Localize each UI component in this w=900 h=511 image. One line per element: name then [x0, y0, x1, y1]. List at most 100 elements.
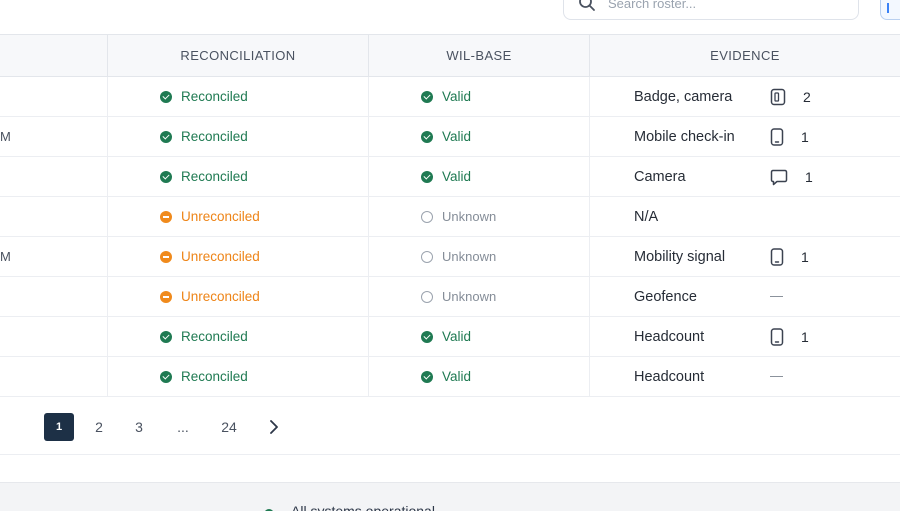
evidence-count-value: 2: [803, 88, 811, 105]
message-icon: [770, 168, 797, 186]
evidence-label: Geofence: [634, 288, 697, 305]
reconciliation-status: Unreconciled: [181, 209, 260, 224]
phone-icon: [770, 127, 793, 146]
id-card-icon: [770, 88, 795, 106]
check-circle-icon: [160, 330, 172, 343]
reconciliation-status: Unreconciled: [181, 249, 260, 264]
cell-partial: [0, 77, 108, 116]
top-toolbar: [0, 0, 900, 34]
evidence-label: N/A: [634, 208, 659, 225]
cell-reconciliation: Unreconciled: [108, 277, 369, 316]
table-row[interactable]: M Reconciled Valid Mobile check-in 1: [0, 117, 900, 157]
pagination: 1 2 3... 24: [0, 395, 900, 455]
cell-evidence: Camera 1: [590, 157, 900, 196]
cell-reconciliation: Reconciled: [108, 357, 369, 396]
cell-evidence: Geofence: [590, 277, 900, 316]
evidence-count[interactable]: 1: [770, 117, 809, 156]
evidence-count[interactable]: 1: [770, 317, 809, 356]
cell-wil-base: Valid: [369, 317, 590, 356]
wil-base-status: Valid: [442, 89, 472, 104]
evidence-count[interactable]: 2: [770, 77, 811, 116]
table-row[interactable]: Reconciled Valid Camera 1: [0, 157, 900, 197]
evidence-count[interactable]: 1: [770, 157, 813, 196]
cell-evidence: Mobile check-in 1: [590, 117, 900, 156]
cell-reconciliation: Reconciled: [108, 317, 369, 356]
search-box[interactable]: [563, 0, 859, 20]
cell-partial: M: [0, 237, 108, 276]
evidence-count[interactable]: 1: [770, 237, 809, 276]
column-header-evidence[interactable]: EVIDENCE: [590, 35, 900, 76]
wil-base-status: Valid: [442, 329, 472, 344]
evidence-count-value: 1: [801, 248, 809, 265]
wil-base-status: Valid: [442, 129, 472, 144]
wil-base-status: Valid: [442, 369, 472, 384]
status-footer: All systems operational: [0, 482, 900, 511]
evidence-empty: [770, 277, 783, 316]
cell-wil-base: Valid: [369, 357, 590, 396]
table-row[interactable]: Unreconciled Unknown Geofence: [0, 277, 900, 317]
minus-circle-icon: [160, 210, 172, 223]
cell-evidence: Headcount: [590, 357, 900, 396]
evidence-count-value: 1: [805, 168, 813, 185]
evidence-count-value: 1: [801, 328, 809, 345]
check-circle-icon: [160, 90, 172, 103]
empty-circle-icon: [421, 290, 433, 303]
cell-wil-base: Valid: [369, 117, 590, 156]
table-row[interactable]: Reconciled Valid Headcount: [0, 357, 900, 397]
table-row[interactable]: Reconciled Valid Badge, camera 2: [0, 77, 900, 117]
search-icon: [579, 0, 595, 11]
minus-circle-icon: [160, 250, 172, 263]
check-circle-icon: [160, 370, 172, 383]
search-input[interactable]: [608, 0, 828, 13]
evidence-label: Mobility signal: [634, 248, 726, 265]
evidence-label: Headcount: [634, 368, 705, 385]
cell-wil-base: Valid: [369, 77, 590, 116]
check-circle-icon: [160, 130, 172, 143]
wil-base-status: Valid: [442, 169, 472, 184]
evidence-count-value: 1: [801, 128, 809, 145]
phone-icon: [770, 247, 793, 266]
page-button-2[interactable]: 2: [84, 413, 114, 441]
roster-table: RECONCILIATION WIL-BASE EVIDENCE Reconci…: [0, 34, 900, 397]
cell-reconciliation: Reconciled: [108, 157, 369, 196]
page-button-24[interactable]: 24: [214, 413, 244, 441]
table-row[interactable]: M Unreconciled Unknown Mobility signal 1: [0, 237, 900, 277]
next-page-button[interactable]: [259, 413, 289, 441]
check-circle-icon: [421, 170, 433, 183]
cell-reconciliation: Unreconciled: [108, 197, 369, 236]
evidence-label: Headcount: [634, 328, 705, 345]
toolbar-button[interactable]: [880, 0, 900, 20]
column-header-reconciliation[interactable]: RECONCILIATION: [108, 35, 369, 76]
cell-wil-base: Valid: [369, 157, 590, 196]
table-header: RECONCILIATION WIL-BASE EVIDENCE: [0, 34, 900, 77]
wil-base-status: Unknown: [442, 209, 497, 224]
dash-icon: [770, 295, 783, 298]
reconciliation-status: Unreconciled: [181, 289, 260, 304]
phone-icon: [770, 327, 793, 346]
cell-wil-base: Unknown: [369, 237, 590, 276]
cell-partial: [0, 197, 108, 236]
minus-circle-icon: [160, 290, 172, 303]
empty-circle-icon: [421, 210, 433, 223]
evidence-label: Badge, camera: [634, 88, 733, 105]
evidence-label: Mobile check-in: [634, 128, 735, 145]
chevron-right-icon: [270, 420, 278, 434]
check-circle-icon: [421, 90, 433, 103]
cell-reconciliation: Reconciled: [108, 77, 369, 116]
cell-partial: [0, 157, 108, 196]
page-button-1[interactable]: 1: [44, 413, 74, 441]
cell-partial: M: [0, 117, 108, 156]
table-row[interactable]: Reconciled Valid Headcount 1: [0, 317, 900, 357]
table-row[interactable]: Unreconciled Unknown N/A: [0, 197, 900, 237]
page-button-3[interactable]: 3: [124, 413, 154, 441]
column-header-wil-base[interactable]: WIL-BASE: [369, 35, 590, 76]
reconciliation-status: Reconciled: [181, 129, 248, 144]
check-circle-icon: [160, 170, 172, 183]
column-header-partial: [0, 35, 108, 76]
pagination-ellipsis: ...: [177, 419, 189, 435]
wil-base-status: Unknown: [442, 249, 497, 264]
evidence-empty: [770, 357, 783, 396]
cell-partial: [0, 357, 108, 396]
dash-icon: [770, 375, 783, 378]
reconciliation-status: Reconciled: [181, 329, 248, 344]
